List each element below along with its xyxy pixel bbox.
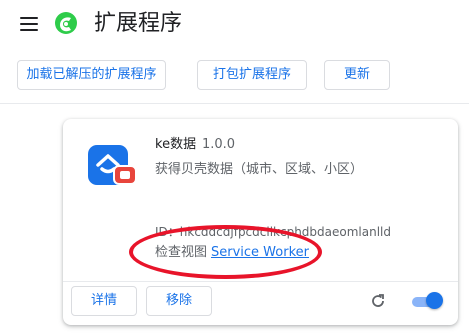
- toolbar-divider: [0, 103, 469, 104]
- extension-card: ke数据 1.0.0 获得贝壳数据（城市、区域、小区） ID：hkcddcdjf…: [63, 119, 458, 325]
- reload-icon[interactable]: [370, 293, 386, 309]
- page-title: 扩展程序: [94, 11, 183, 36]
- pack-extension-button[interactable]: 打包扩展程序: [197, 60, 307, 90]
- extension-description: 获得贝壳数据（城市、区域、小区）: [155, 162, 364, 177]
- enable-toggle[interactable]: [412, 292, 444, 309]
- remove-button[interactable]: 移除: [146, 286, 212, 316]
- service-worker-link[interactable]: Service Worker: [211, 244, 309, 262]
- extensions-logo-icon: [55, 12, 77, 34]
- card-divider: [63, 281, 458, 282]
- inspect-views-label: 检查视图: [155, 245, 208, 260]
- extension-icon: [88, 145, 137, 185]
- load-unpacked-button[interactable]: 加载已解压的扩展程序: [17, 60, 166, 90]
- extension-version: 1.0.0: [202, 137, 236, 152]
- hamburger-menu-icon[interactable]: [20, 17, 38, 31]
- page-header: 扩展程序: [0, 0, 469, 48]
- extension-name: ke数据: [155, 137, 197, 152]
- toggle-knob: [426, 292, 443, 309]
- extension-id: ID：hkcddcdjfpcdcllkcphdbdaeomlanlld: [155, 225, 392, 239]
- developer-toolbar: 加载已解压的扩展程序 打包扩展程序 更新: [0, 60, 469, 96]
- details-button[interactable]: 详情: [71, 286, 137, 316]
- update-button[interactable]: 更新: [324, 60, 390, 90]
